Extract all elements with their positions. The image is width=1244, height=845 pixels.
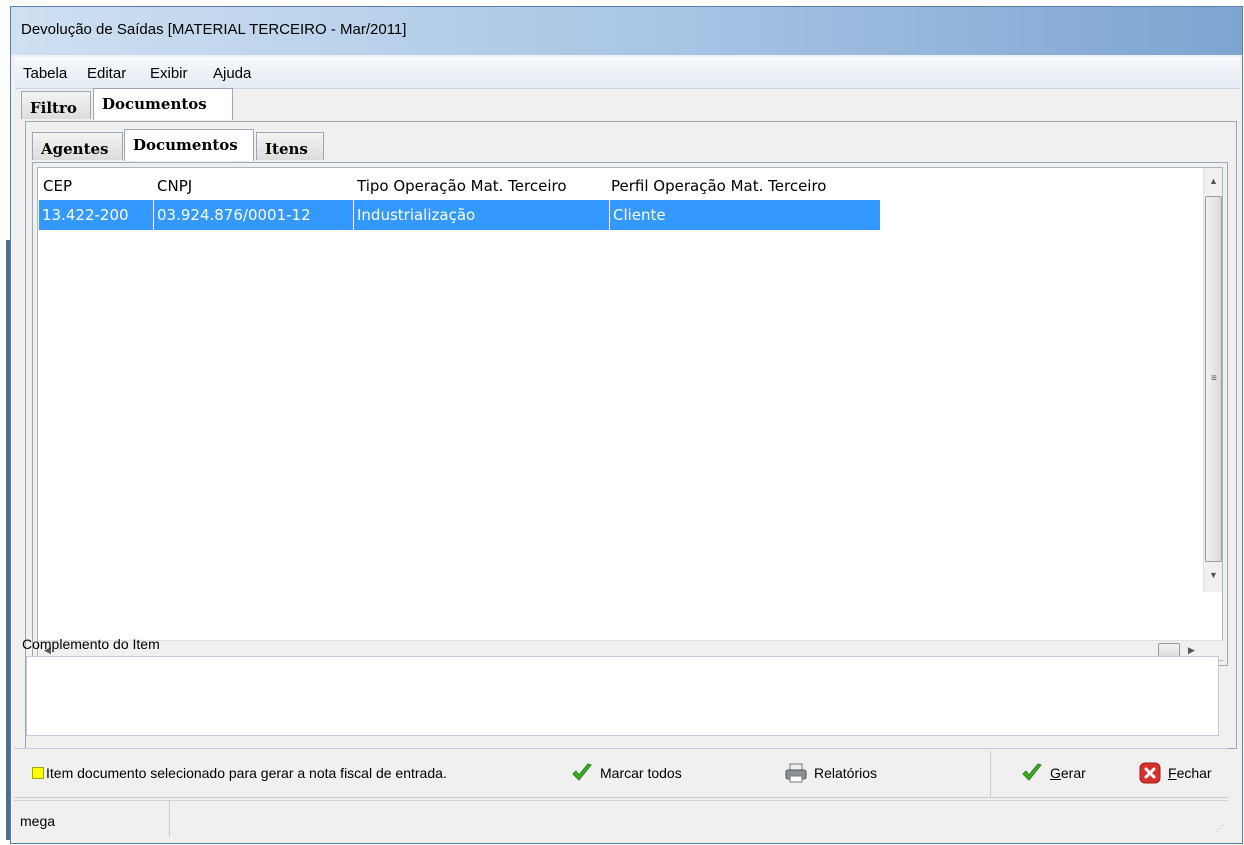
relatorios-label: Relatórios	[814, 765, 878, 781]
tab-documentos-outer-label: Documentos	[102, 95, 207, 113]
column-header-cep[interactable]: CEP	[43, 177, 72, 195]
gerar-button[interactable]: Gerar	[1020, 759, 1110, 789]
marcar-todos-label: Marcar todos	[600, 765, 682, 781]
marcar-todos-button[interactable]: Marcar todos	[570, 759, 710, 789]
tab-agentes[interactable]: Agentes	[32, 132, 123, 160]
gerar-label: Gerar	[1050, 765, 1086, 781]
cell-cnpj: 03.924.876/0001-12	[154, 200, 354, 230]
legend-swatch	[32, 767, 44, 779]
menu-ajuda[interactable]: Ajuda	[213, 65, 251, 82]
check-icon	[572, 763, 592, 781]
menu-bar: Tabela Editar Exibir Ajuda	[15, 57, 1240, 89]
outer-tab-strip: Filtro Documentos	[21, 88, 1235, 121]
scroll-down-icon[interactable]: ▼	[1209, 570, 1218, 580]
complemento-field[interactable]	[26, 656, 1219, 736]
column-header-perfil-operacao[interactable]: Perfil Operação Mat. Terceiro	[611, 177, 826, 195]
legend-text: Item documento selecionado para gerar a …	[46, 765, 447, 781]
inner-tab-strip: Agentes Documentos Itens	[32, 129, 632, 162]
menu-tabela[interactable]: Tabela	[23, 65, 67, 82]
tab-filtro[interactable]: Filtro	[21, 91, 91, 119]
scroll-up-icon[interactable]: ▲	[1209, 176, 1218, 186]
vertical-scroll-thumb[interactable]: ≡	[1205, 196, 1222, 562]
tab-documentos-outer[interactable]: Documentos	[93, 88, 233, 120]
documents-panel: CEP CNPJ Tipo Operação Mat. Terceiro Per…	[32, 162, 1228, 666]
vertical-scrollbar[interactable]: ▲ ≡ ▼	[1203, 168, 1222, 592]
fechar-button[interactable]: Fechar	[1138, 759, 1228, 789]
tab-documentos-inner-label: Documentos	[133, 136, 238, 154]
relatorios-button[interactable]: Relatórios	[784, 759, 914, 789]
grid-header: CEP CNPJ Tipo Operação Mat. Terceiro Per…	[39, 169, 879, 199]
cell-tipo-operacao: Industrialização	[354, 200, 610, 230]
check-icon	[1022, 763, 1042, 781]
documents-grid[interactable]: CEP CNPJ Tipo Operação Mat. Terceiro Per…	[37, 167, 1224, 661]
column-header-tipo-operacao[interactable]: Tipo Operação Mat. Terceiro	[357, 177, 567, 195]
column-header-cnpj[interactable]: CNPJ	[157, 177, 192, 195]
window-title: Devolução de Saídas [MATERIAL TERCEIRO -…	[21, 21, 407, 38]
button-separator	[990, 751, 991, 797]
scroll-right-icon[interactable]: ▶	[1188, 645, 1195, 656]
action-bar: Item documento selecionado para gerar a …	[14, 748, 1228, 798]
status-bar: mega ⋰	[14, 800, 1228, 837]
cell-cep: 13.422-200	[39, 200, 154, 230]
status-user: mega	[14, 801, 170, 837]
tab-itens-label: Itens	[265, 140, 308, 158]
menu-editar[interactable]: Editar	[87, 65, 126, 82]
tab-documentos-inner[interactable]: Documentos	[124, 129, 254, 161]
resize-grip-icon[interactable]: ⋰	[1216, 824, 1226, 834]
tab-filtro-label: Filtro	[30, 99, 77, 117]
cell-perfil-operacao: Cliente	[613, 206, 666, 224]
printer-icon	[785, 763, 807, 783]
grip-icon: ≡	[1211, 373, 1217, 384]
title-bar[interactable]: Devolução de Saídas [MATERIAL TERCEIRO -…	[11, 7, 1242, 55]
tab-agentes-label: Agentes	[41, 140, 109, 158]
fechar-label: Fechar	[1168, 765, 1212, 781]
table-row[interactable]: 13.422-200 03.924.876/0001-12 Industrial…	[39, 200, 880, 230]
tab-itens[interactable]: Itens	[256, 132, 324, 160]
close-icon	[1139, 762, 1161, 784]
complemento-label: Complemento do Item	[22, 636, 160, 652]
menu-exibir[interactable]: Exibir	[150, 65, 188, 82]
outer-tab-panel: Agentes Documentos Itens CEP CNPJ Tipo O…	[25, 121, 1237, 749]
